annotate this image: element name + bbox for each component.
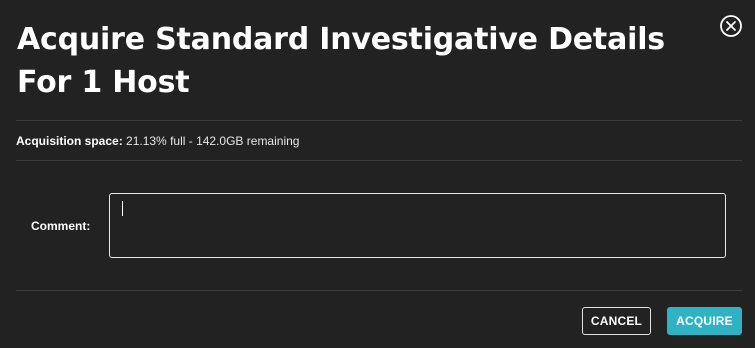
footer-divider xyxy=(16,290,742,291)
acquisition-space: Acquisition space: 21.13% full - 142.0GB… xyxy=(16,133,299,149)
comment-label: Comment: xyxy=(31,219,91,233)
acquisition-space-value: 21.13% full - 142.0GB remaining xyxy=(126,134,300,148)
acquire-dialog: Acquire Standard Investigative Details F… xyxy=(0,0,755,348)
dialog-title: Acquire Standard Investigative Details F… xyxy=(17,22,665,100)
acquisition-space-label: Acquisition space: xyxy=(16,134,123,148)
text-caret xyxy=(122,201,123,216)
header-divider xyxy=(16,120,742,121)
info-divider xyxy=(16,160,742,161)
close-circle-icon xyxy=(719,14,743,38)
comment-input[interactable] xyxy=(109,193,726,258)
acquire-button[interactable]: ACQUIRE xyxy=(667,307,742,335)
close-button[interactable] xyxy=(719,14,743,38)
cancel-button[interactable]: CANCEL xyxy=(582,307,651,335)
